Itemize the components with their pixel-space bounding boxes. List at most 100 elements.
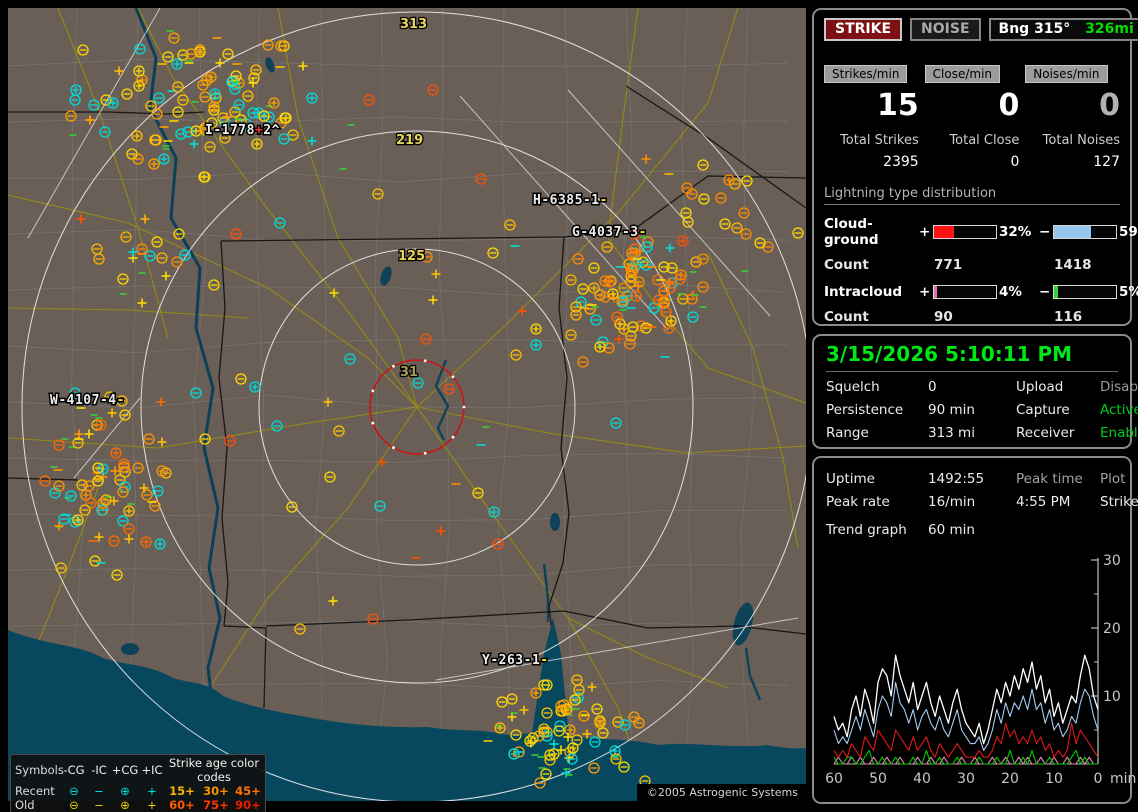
uptime-row-0: Uptime 1492:55 Peak time Plot: [826, 471, 1125, 487]
status-value1-0: 0: [928, 379, 937, 395]
stat-rate-1: 0: [998, 88, 1020, 123]
storm-cell-label-0: I-1778+2^: [205, 123, 280, 138]
status-value2-0: Disabled: [1100, 379, 1138, 395]
plus-count-0: 771: [934, 257, 963, 273]
storm-cell-label-1: H-6385-1-: [533, 193, 608, 208]
minus-cg-icon: ⊖: [69, 784, 79, 798]
stat-chip-0: Strikes/min: [824, 65, 908, 83]
age-code-90+: 90+: [235, 798, 261, 812]
stat-column-1: Close/min 0 Total Close 0: [924, 65, 1020, 170]
storm-cell-label-3: W-4107-4-: [50, 393, 125, 408]
plus-pct-0: 32%: [999, 224, 1032, 240]
status-value2-2: Enabled: [1100, 425, 1138, 441]
minus-sign: −: [1039, 224, 1051, 240]
stat-total-label-2: Total Noises: [1042, 133, 1120, 148]
legend-row-label: Recent: [15, 784, 55, 798]
strike-mode-button[interactable]: STRIKE: [824, 18, 903, 41]
count-label-0: Count: [824, 257, 869, 273]
trend-series-+CG: [833, 722, 1099, 758]
bearing-readout: Bng 315° 326mi: [988, 18, 1138, 41]
lake-1: [550, 513, 560, 531]
ring-label-125: 125: [398, 249, 425, 264]
copyright-text: ©2005 Astrogenic Systems: [636, 784, 806, 802]
close-ring-tick: [423, 359, 427, 363]
minus-pct-1: 5%: [1119, 284, 1138, 300]
minus-pct-0: 59%: [1119, 224, 1138, 240]
close-ring-tick: [392, 364, 395, 368]
minus-bar-fill-0: [1054, 226, 1091, 238]
minus-bar-1: [1053, 285, 1117, 299]
trend-x-label-30: 30: [957, 771, 975, 787]
legend-type-ncg: -CG: [63, 763, 85, 777]
status-label1-1: Persistence: [826, 402, 904, 418]
legend-row-recent: Recent ⊖ − ⊕ +15+ 30+ 45+: [13, 784, 263, 798]
trend-graph-window: 60 min: [928, 522, 975, 538]
uptime-c4-0: Plot: [1100, 471, 1126, 487]
stat-chip-2: Noises/min: [1025, 65, 1108, 83]
trend-graph-label: Trend graph: [826, 522, 907, 538]
count-label-1: Count: [824, 309, 869, 325]
plus-count-1: 90: [934, 309, 953, 325]
legend-row-label: Old: [15, 798, 35, 812]
plus-cg-icon: ⊕: [120, 798, 130, 812]
minus-count-0: 1418: [1054, 257, 1092, 273]
status-label2-2: Receiver: [1016, 425, 1075, 441]
trend-y-label-30: 30: [1103, 553, 1121, 569]
stat-column-0: Strikes/min 15 Total Strikes 2395: [824, 65, 919, 170]
plus-ic-icon: +: [147, 784, 157, 798]
storm-cell-label-2: G-4037-3-: [572, 225, 647, 240]
noise-mode-button[interactable]: NOISE: [910, 18, 981, 41]
map-symbol-legend: Symbols -CG -IC +CG +IC Strike age color…: [10, 754, 266, 812]
strike-stats-panel: STRIKE NOISE Bng 315° 326mi Strikes/min 1…: [812, 8, 1138, 326]
bearing-distance: 326mi: [1085, 21, 1134, 37]
status-row-2: Range 313 mi Receiver Enabled: [826, 425, 1138, 441]
status-rows: Squelch 0 Upload Disabled Persistence 90 min C…: [826, 379, 1138, 441]
distribution-count-row-0: Count 771 1418: [824, 257, 1120, 273]
plus-cg-icon: ⊕: [120, 784, 130, 798]
stat-rate-0: 15: [876, 88, 919, 123]
stat-column-2: Noises/min 0 Total Noises 127: [1025, 65, 1120, 170]
receiver-status-panel: 3/15/2026 5:10:11 PM Squelch 0 Upload Disab…: [812, 334, 1138, 449]
status-value2-1: Active: [1100, 402, 1138, 418]
stat-total-value-0: 2395: [883, 154, 919, 170]
storm-cell-label-4: Y-263-1-: [482, 653, 549, 668]
uptime-c3-0: Peak time: [1016, 471, 1083, 487]
mode-button-row: STRIKE NOISE Bng 315° 326mi: [824, 18, 1138, 41]
trend-x-label-0: 0: [1094, 771, 1103, 787]
distribution-row-1: Intracloud +4% − 5%: [824, 284, 1138, 300]
status-value1-1: 90 min: [928, 402, 975, 418]
close-ring-tick: [451, 435, 455, 439]
minus-bar-fill-1: [1054, 286, 1059, 298]
trend-y-label-10: 10: [1103, 689, 1121, 705]
trend-x-label-50: 50: [869, 771, 887, 787]
plus-bar-fill-1: [934, 286, 938, 298]
uptime-c1-0: Uptime: [826, 471, 875, 487]
close-ring-tick: [423, 451, 427, 455]
plus-sign: +: [919, 284, 931, 300]
minus-bar-0: [1053, 225, 1117, 239]
ring-label-31: 31: [400, 365, 418, 380]
status-label2-1: Capture: [1016, 402, 1070, 418]
distribution-label-1: Intracloud: [824, 284, 903, 300]
stat-total-label-1: Total Close: [949, 133, 1020, 148]
legend-rows: Recent ⊖ − ⊕ +15+ 30+ 45+ Old ⊖ − ⊕ +60+ 75+ 90+: [13, 784, 263, 812]
map-canvas[interactable]: I-1778+2^ H-6385-1- G-4037-3- W-4107-4- Y-26…: [8, 8, 806, 801]
trend-x-label-60: 60: [826, 771, 843, 787]
age-code-15+: 15+: [169, 784, 195, 798]
legend-symbols-header: Symbols: [15, 763, 64, 777]
distribution-label-0: Cloud-ground: [824, 216, 879, 248]
stat-chip-1: Close/min: [924, 65, 1001, 83]
datetime-display: 3/15/2026 5:10:11 PM: [826, 341, 1118, 372]
trend-series--CG: [833, 681, 1099, 751]
legend-age-header: Strike age color codes: [168, 756, 260, 784]
legend-type-nic: -IC: [91, 763, 107, 777]
lightning-map[interactable]: I-1778+2^ H-6385-1- G-4037-3- W-4107-4- Y-26…: [8, 8, 806, 812]
uptime-row-1: Peak rate 16/min 4:55 PM Strike: [826, 494, 1138, 510]
stat-rate-2: 0: [1099, 88, 1120, 123]
status-row-0: Squelch 0 Upload Disabled: [826, 379, 1138, 395]
plus-ic-icon: +: [147, 798, 157, 812]
plus-bar-0: [933, 225, 997, 239]
status-row-1: Persistence 90 min Capture Active: [826, 402, 1138, 418]
trend-graph-label-row: Trend graph 60 min: [826, 522, 1120, 538]
age-code-45+: 45+: [235, 784, 261, 798]
